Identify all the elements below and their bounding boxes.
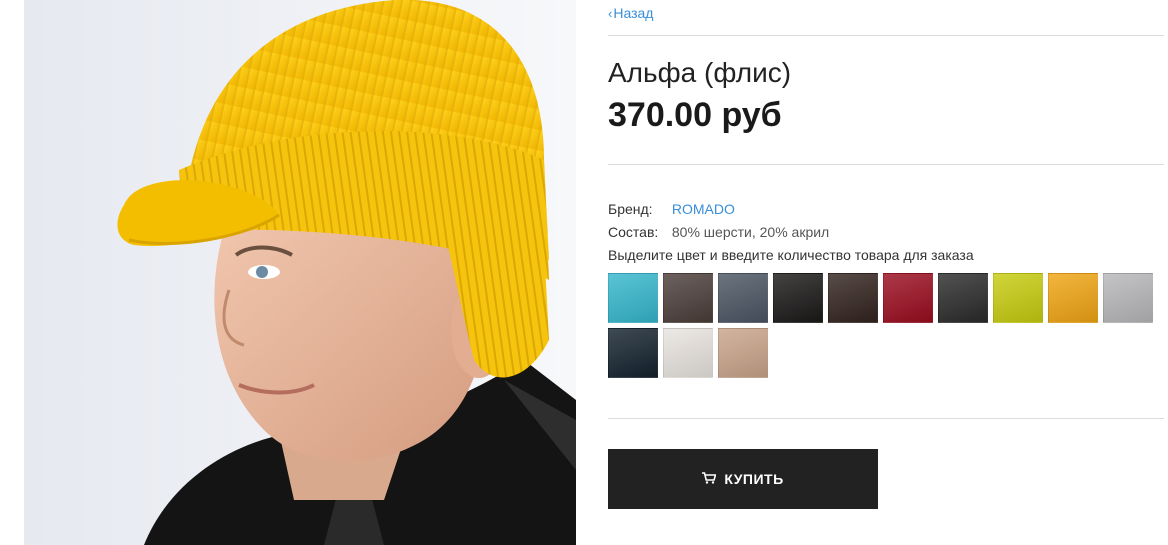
divider [608, 164, 1164, 165]
product-price: 370.00 руб [608, 96, 782, 134]
color-swatch-turquoise[interactable] [608, 273, 658, 323]
color-swatch-dark-brown-gray[interactable] [663, 273, 713, 323]
brand-row: Бренд: ROMADO [608, 201, 735, 217]
color-selection-hint: Выделите цвет и введите количество товар… [608, 247, 974, 263]
color-swatch-beige[interactable] [718, 328, 768, 378]
composition-value: 80% шерсти, 20% акрил [671, 224, 830, 240]
product-title: Альфа (флис) [608, 57, 792, 88]
brand-label: Бренд: [608, 201, 653, 217]
color-swatch-lime[interactable] [993, 273, 1043, 323]
cart-icon [702, 471, 717, 487]
buy-button[interactable]: КУПИТЬ [608, 449, 878, 509]
color-swatch-charcoal[interactable] [938, 273, 988, 323]
back-link[interactable]: ‹Назад [608, 5, 653, 21]
color-swatch-black[interactable] [773, 273, 823, 323]
color-swatch-off-white[interactable] [663, 328, 713, 378]
divider [608, 35, 1164, 36]
composition-row: Состав: 80% шерсти, 20% акрил [608, 224, 829, 240]
product-image [24, 0, 576, 545]
buy-button-label: КУПИТЬ [724, 471, 784, 487]
color-swatch-navy-black[interactable] [608, 328, 658, 378]
color-swatch-burgundy[interactable] [883, 273, 933, 323]
divider [608, 418, 1164, 419]
color-swatch-dark-chocolate[interactable] [828, 273, 878, 323]
composition-label: Состав: [608, 224, 659, 240]
product-photo-illustration [24, 0, 576, 545]
chevron-left-icon: ‹ [608, 6, 613, 21]
brand-link[interactable]: ROMADO [672, 201, 735, 217]
color-swatch-light-gray[interactable] [1103, 273, 1153, 323]
color-swatch-slate-gray[interactable] [718, 273, 768, 323]
color-swatch-orange-yellow[interactable] [1048, 273, 1098, 323]
back-link-label: Назад [613, 5, 654, 21]
